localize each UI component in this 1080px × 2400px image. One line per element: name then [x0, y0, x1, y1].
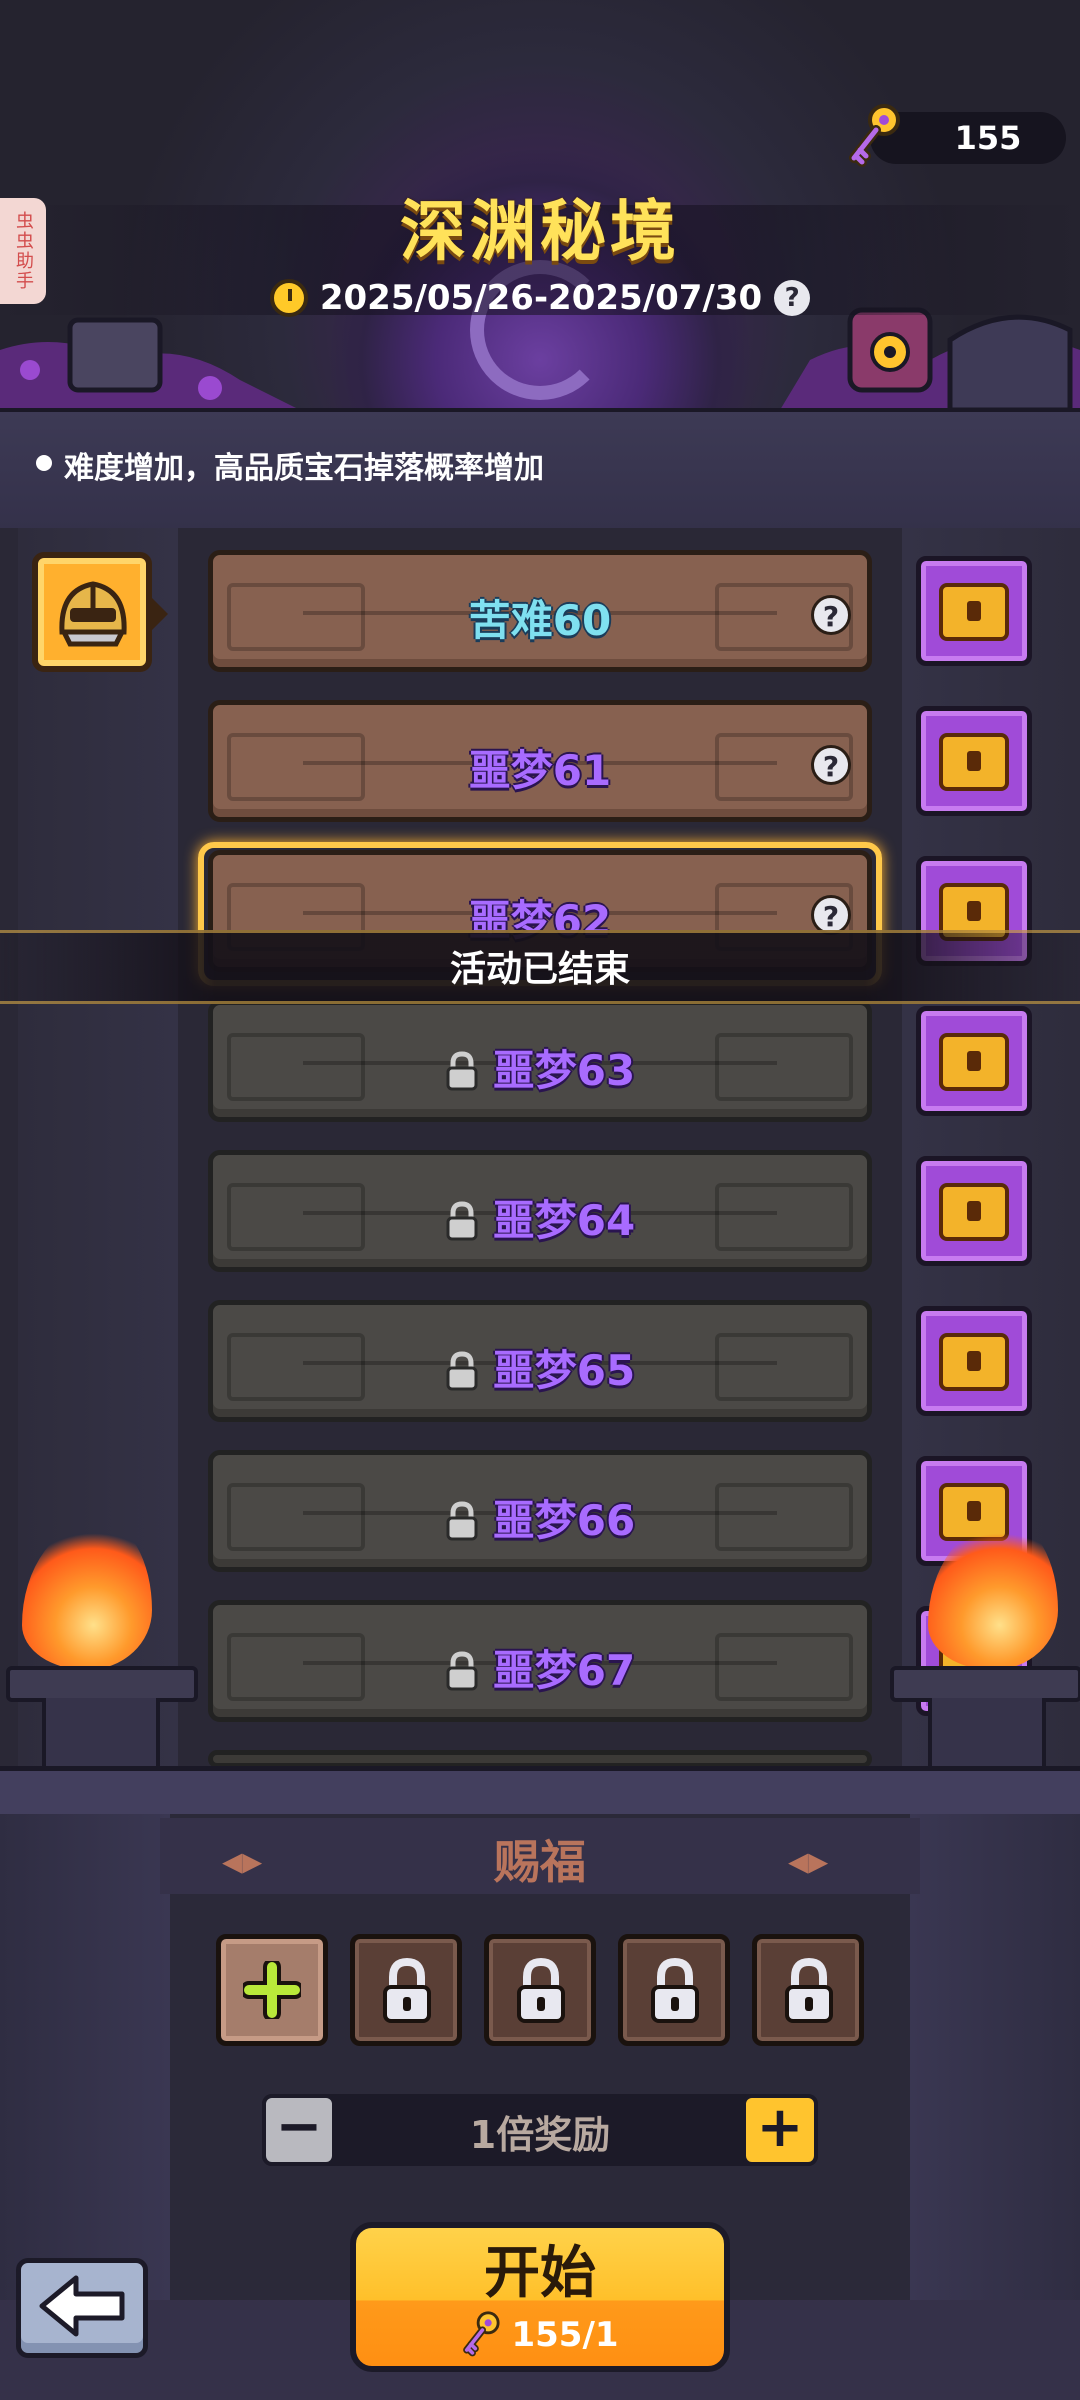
back-arrow-icon: [39, 2275, 125, 2337]
lock-icon: [446, 1351, 478, 1391]
event-date-range: 2025/05/26-2025/07/30: [319, 278, 763, 318]
level-row-7[interactable]: 噩梦66: [208, 1450, 872, 1572]
blessing-locked-slot[interactable]: [752, 1934, 864, 2046]
reward-chest-icon[interactable]: [916, 706, 1032, 816]
level-name: 噩梦66: [492, 1496, 636, 1545]
chest-lid: [939, 583, 1009, 641]
hero-pointer: [150, 596, 168, 632]
chest-lid: [939, 1333, 1009, 1391]
lock-icon: [517, 1957, 565, 2023]
knight-helmet-icon: [59, 581, 127, 647]
blessing-add-slot[interactable]: [216, 1934, 328, 2046]
level-name: 噩梦67: [492, 1646, 636, 1695]
page-title: 深渊秘境: [400, 193, 680, 270]
chest-lid: [939, 733, 1009, 791]
start-button-label: 开始: [484, 2241, 596, 2306]
torch-bowl: [6, 1666, 198, 1702]
level-name: 噩梦64: [492, 1196, 636, 1245]
start-cost-value: 155/1: [511, 2315, 619, 2355]
blessing-locked-slot[interactable]: [350, 1934, 462, 2046]
level-label: 噩梦67: [213, 1637, 867, 1698]
event-date-row: 2025/05/26-2025/07/30 ?: [255, 272, 825, 324]
lock-icon: [383, 1957, 431, 2023]
level-row-1[interactable]: 苦难60 ?: [208, 550, 872, 672]
level-name: 噩梦63: [492, 1046, 636, 1095]
lock-icon: [785, 1957, 833, 2023]
assistant-side-tab[interactable]: 虫虫助手: [0, 198, 46, 304]
level-name: 噩梦65: [492, 1346, 636, 1395]
lock-icon: [446, 1051, 478, 1091]
level-name: 噩梦61: [468, 746, 612, 795]
bullet-dot: [36, 455, 52, 471]
decrease-multiplier-button[interactable]: −: [262, 2094, 336, 2166]
level-label: 噩梦65: [213, 1337, 867, 1398]
lock-icon: [446, 1651, 478, 1691]
level-help-icon[interactable]: ?: [811, 595, 851, 635]
torch-stand: [42, 1698, 160, 1772]
treasure-pile-left: [0, 317, 300, 410]
level-help-icon[interactable]: ?: [811, 745, 851, 785]
event-ended-text: 活动已结束: [449, 949, 630, 990]
chest-lid: [939, 1183, 1009, 1241]
blessing-locked-slot[interactable]: [618, 1934, 730, 2046]
stopwatch-icon: [269, 279, 308, 317]
arrow-left-icon: ◂▸: [788, 1838, 829, 1884]
lock-icon: [446, 1201, 478, 1241]
torch-bowl: [890, 1666, 1080, 1702]
level-label: 噩梦63: [213, 1037, 867, 1098]
level-row-8[interactable]: 噩梦67: [208, 1600, 872, 1722]
start-cost: 155/1: [350, 2310, 730, 2360]
lock-icon: [651, 1957, 699, 2023]
help-icon[interactable]: ?: [774, 280, 811, 316]
level-row-6[interactable]: 噩梦65: [208, 1300, 872, 1422]
key-count: 155: [954, 119, 1022, 157]
torch-stand: [928, 1698, 1046, 1772]
level-row-2[interactable]: 噩梦61 ?: [208, 700, 872, 822]
chest-lid: [939, 1033, 1009, 1091]
plus-icon: [243, 1961, 301, 2019]
reward-chest-icon[interactable]: [916, 1156, 1032, 1266]
lock-icon: [446, 1501, 478, 1541]
reward-chest-icon[interactable]: [916, 556, 1032, 666]
level-label: 噩梦66: [213, 1487, 867, 1548]
key-icon: [849, 104, 900, 167]
level-row-5[interactable]: 噩梦64: [208, 1150, 872, 1272]
reward-chest-icon[interactable]: [916, 1306, 1032, 1416]
reward-chest-icon[interactable]: [916, 1006, 1032, 1116]
reward-multiplier-label: 1倍奖励: [469, 2113, 611, 2157]
level-name: 苦难60: [468, 596, 612, 645]
blessing-title: 赐福: [494, 1835, 586, 1889]
key-icon: [463, 2311, 501, 2357]
blessing-locked-slot[interactable]: [484, 1934, 596, 2046]
level-label: 噩梦64: [213, 1187, 867, 1248]
level-row-4[interactable]: 噩梦63: [208, 1000, 872, 1122]
notice-text: 难度增加，高品质宝石掉落概率增加: [64, 451, 544, 486]
increase-multiplier-button[interactable]: +: [742, 2094, 818, 2166]
